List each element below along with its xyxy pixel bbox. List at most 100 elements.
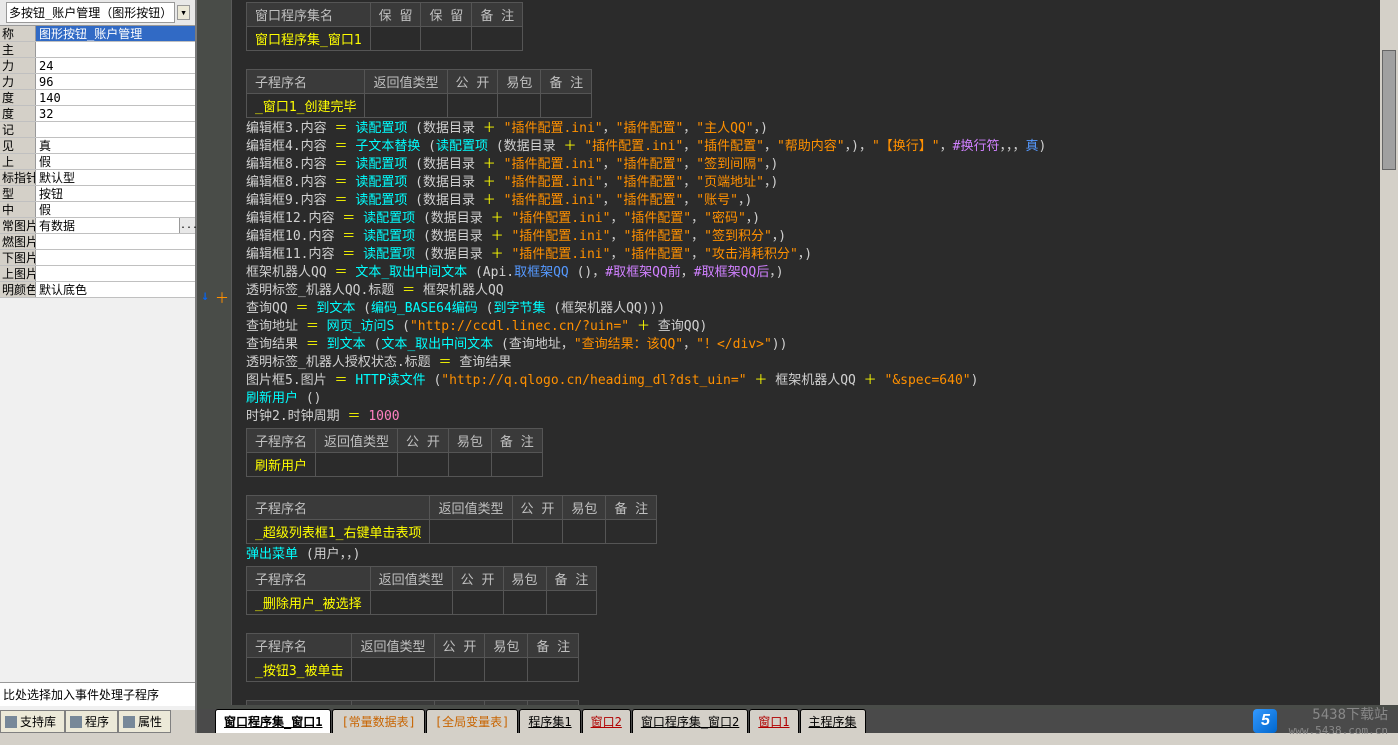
code-line[interactable]: 刷新用户 () [232, 390, 1398, 408]
panel-tab[interactable]: 支持库 [0, 710, 65, 733]
property-row[interactable]: 主 [0, 42, 195, 58]
property-row[interactable]: 记 [0, 122, 195, 138]
property-row[interactable]: 上图片 [0, 266, 195, 282]
code-line[interactable]: 透明标签_机器人QQ.标题 ＝ 框架机器人QQ [232, 282, 1398, 300]
table-cell[interactable] [491, 453, 542, 477]
event-handler-hint[interactable]: 比处选择加入事件处理子程序 [0, 682, 195, 706]
line-marker-arrow-icon[interactable]: ↓ [201, 288, 215, 302]
property-value[interactable]: 按钮 [36, 186, 195, 201]
property-row[interactable]: 标指针默认型 [0, 170, 195, 186]
table-cell[interactable] [421, 27, 472, 51]
table-cell[interactable] [512, 520, 563, 544]
table-cell[interactable] [365, 94, 447, 118]
table-cell[interactable] [447, 94, 498, 118]
property-value[interactable]: 140 [36, 90, 195, 105]
code-line[interactable]: 框架机器人QQ ＝ 文本_取出中间文本 (Api.取框架QQ ()，#取框架QQ… [232, 264, 1398, 282]
table-cell[interactable] [472, 27, 523, 51]
code-line[interactable]: 编辑框8.内容 ＝ 读配置项 (数据目录 ＋ "插件配置.ini"，"插件配置"… [232, 174, 1398, 192]
editor-tab[interactable]: [常量数据表] [332, 709, 424, 733]
property-row[interactable]: 度32 [0, 106, 195, 122]
editor-tab[interactable]: 窗口1 [749, 709, 798, 733]
table-cell[interactable] [485, 658, 528, 682]
table-cell[interactable] [448, 453, 491, 477]
property-row[interactable]: 常图片有数据... [0, 218, 195, 234]
code-editor[interactable]: 窗口程序集名保 留保 留备 注窗口程序集_窗口1子程序名返回值类型公 开易包备 … [232, 0, 1398, 705]
property-row[interactable]: 力96 [0, 74, 195, 90]
table-cell[interactable]: _窗口1_创建完毕 [247, 94, 365, 118]
table-cell[interactable] [316, 453, 398, 477]
editor-tab[interactable]: 主程序集 [800, 709, 866, 733]
code-line[interactable]: 编辑框11.内容 ＝ 读配置项 (数据目录 ＋ "插件配置.ini"，"插件配置… [232, 246, 1398, 264]
panel-tab[interactable]: 属性 [118, 710, 171, 733]
editor-tab[interactable]: 窗口2 [582, 709, 631, 733]
property-row[interactable]: 明颜色默认底色 [0, 282, 195, 298]
property-row[interactable]: 型按钮 [0, 186, 195, 202]
property-value[interactable]: 默认底色 [36, 282, 195, 297]
scrollbar-thumb[interactable] [1382, 50, 1396, 170]
property-value[interactable] [36, 234, 195, 249]
property-row[interactable]: 燃图片 [0, 234, 195, 250]
table-cell[interactable]: _超级列表框1_右键单击表项 [247, 520, 430, 544]
dropdown-icon[interactable]: ▾ [177, 5, 190, 20]
table-cell[interactable] [434, 658, 485, 682]
table-cell[interactable] [503, 591, 546, 615]
table-cell[interactable]: _删除用户_被选择 [247, 591, 371, 615]
property-value[interactable]: 图形按钮_账户管理 [36, 26, 195, 41]
table-cell[interactable] [430, 520, 512, 544]
property-value[interactable]: 32 [36, 106, 195, 121]
component-selector[interactable]: 多按钮_账户管理（图形按钮） [6, 2, 175, 23]
property-row[interactable]: 称图形按钮_账户管理 [0, 26, 195, 42]
code-line[interactable]: 查询结果 ＝ 到文本 (文本_取出中间文本 (查询地址，"查询结果：该QQ"，"… [232, 336, 1398, 354]
table-cell[interactable]: _按钮3_被单击 [247, 658, 352, 682]
property-row[interactable]: 上假 [0, 154, 195, 170]
property-row[interactable]: 中假 [0, 202, 195, 218]
table-cell[interactable] [352, 658, 434, 682]
fold-plus-icon[interactable]: ＋ [215, 288, 229, 302]
code-line[interactable]: 弹出菜单 (用户，，) [232, 546, 1398, 564]
table-cell[interactable] [370, 591, 452, 615]
code-line[interactable]: 时钟2.时钟周期 ＝ 1000 [232, 408, 1398, 426]
property-row[interactable]: 见真 [0, 138, 195, 154]
code-line[interactable]: 编辑框10.内容 ＝ 读配置项 (数据目录 ＋ "插件配置.ini"，"插件配置… [232, 228, 1398, 246]
property-more-button[interactable]: ... [179, 218, 195, 233]
property-row[interactable]: 下图片 [0, 250, 195, 266]
property-value[interactable]: 96 [36, 74, 195, 89]
table-cell[interactable] [528, 658, 579, 682]
property-value[interactable]: 默认型 [36, 170, 195, 185]
property-value[interactable]: 真 [36, 138, 195, 153]
code-line[interactable]: 查询地址 ＝ 网页_访问S ("http://ccdl.linec.cn/?ui… [232, 318, 1398, 336]
code-line[interactable]: 编辑框4.内容 ＝ 子文本替换 (读配置项 (数据目录 ＋ "插件配置.ini"… [232, 138, 1398, 156]
table-cell[interactable] [398, 453, 449, 477]
property-value[interactable]: 有数据 [36, 218, 179, 233]
table-cell[interactable]: 窗口程序集_窗口1 [247, 27, 371, 51]
property-value[interactable] [36, 266, 195, 281]
table-cell[interactable] [606, 520, 657, 544]
property-value[interactable]: 假 [36, 154, 195, 169]
table-cell[interactable] [498, 94, 541, 118]
code-line[interactable]: 编辑框8.内容 ＝ 读配置项 (数据目录 ＋ "插件配置.ini"，"插件配置"… [232, 156, 1398, 174]
table-cell[interactable]: 刷新用户 [247, 453, 316, 477]
editor-tab[interactable]: 窗口程序集_窗口1 [215, 709, 331, 733]
property-value[interactable]: 假 [36, 202, 195, 217]
property-row[interactable]: 力24 [0, 58, 195, 74]
editor-tab[interactable]: 窗口程序集_窗口2 [632, 709, 748, 733]
table-cell[interactable] [546, 591, 597, 615]
vertical-scrollbar[interactable] [1380, 0, 1398, 705]
property-value[interactable] [36, 42, 195, 57]
code-line[interactable]: 编辑框3.内容 ＝ 读配置项 (数据目录 ＋ "插件配置.ini"，"插件配置"… [232, 120, 1398, 138]
code-line[interactable]: 查询QQ ＝ 到文本 (编码_BASE64编码 (到字节集 (框架机器人QQ))… [232, 300, 1398, 318]
editor-tab[interactable]: 程序集1 [519, 709, 580, 733]
editor-tab[interactable]: [全局变量表] [426, 709, 518, 733]
code-line[interactable]: 图片框5.图片 ＝ HTTP读文件 ("http://q.qlogo.cn/he… [232, 372, 1398, 390]
code-line[interactable]: 编辑框9.内容 ＝ 读配置项 (数据目录 ＋ "插件配置.ini"，"插件配置"… [232, 192, 1398, 210]
code-line[interactable]: 编辑框12.内容 ＝ 读配置项 (数据目录 ＋ "插件配置.ini"，"插件配置… [232, 210, 1398, 228]
panel-tab[interactable]: 程序 [65, 710, 118, 733]
property-value[interactable] [36, 122, 195, 137]
table-cell[interactable] [563, 520, 606, 544]
table-cell[interactable] [370, 27, 421, 51]
property-row[interactable]: 度140 [0, 90, 195, 106]
property-value[interactable]: 24 [36, 58, 195, 73]
table-cell[interactable] [541, 94, 592, 118]
property-value[interactable] [36, 250, 195, 265]
table-cell[interactable] [452, 591, 503, 615]
